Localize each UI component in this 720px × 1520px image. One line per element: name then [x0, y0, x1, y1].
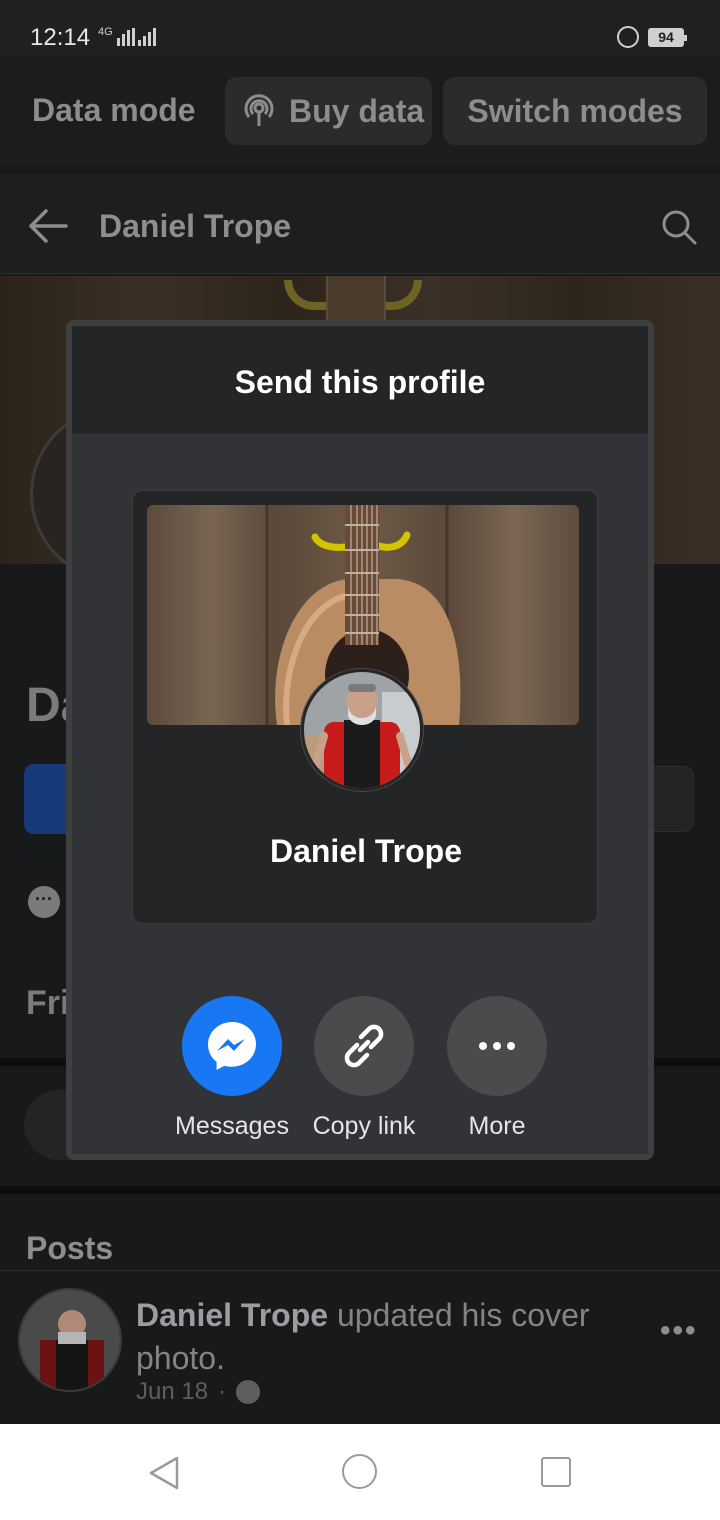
screen: 12:14 4G 94 Data mode Buy data Switch mo… [0, 0, 720, 1520]
signal-icon [117, 28, 135, 46]
post-author[interactable]: Daniel Trope [136, 1297, 328, 1333]
preview-profile-picture [301, 669, 423, 791]
buy-data-label: Buy data [289, 92, 425, 129]
buy-data-button[interactable]: Buy data [225, 77, 432, 145]
messenger-icon [182, 996, 282, 1096]
more-info-icon[interactable]: ··· [28, 886, 60, 918]
broadcast-icon [244, 94, 274, 126]
post-meta: Jun 18 · [136, 1378, 261, 1406]
status-time: 12:14 [30, 24, 91, 51]
nav-recents-icon[interactable] [541, 1457, 571, 1487]
network-type: 4G [98, 26, 113, 38]
share-messages-button[interactable]: Messages [167, 996, 297, 1141]
guitar-neck [326, 276, 386, 322]
dialog-header: Send this profile [72, 326, 648, 434]
data-mode-label: Data mode [32, 92, 196, 128]
post-text: Daniel Trope updated his cover photo. [136, 1294, 636, 1380]
link-icon [314, 996, 414, 1096]
meta-separator: · [218, 1378, 227, 1405]
friends-heading: Fri [26, 984, 70, 1022]
search-icon[interactable] [660, 208, 698, 246]
post-options-icon[interactable]: ••• [660, 1314, 698, 1348]
post-date[interactable]: Jun 18 [136, 1378, 208, 1406]
copy-link-button[interactable]: Copy link [299, 996, 429, 1141]
share-messages-label: Messages [175, 1112, 289, 1140]
dialog-title: Send this profile [234, 364, 486, 400]
profile-preview-card: Daniel Trope [132, 490, 598, 924]
divider [0, 1270, 720, 1271]
nav-back-icon[interactable] [148, 1455, 180, 1491]
globe-icon [236, 1380, 261, 1404]
status-bar: 12:14 4G 94 [0, 0, 720, 56]
switch-modes-button[interactable]: Switch modes [443, 77, 707, 145]
battery-icon: 94 [648, 28, 687, 47]
more-dots-icon [447, 996, 547, 1096]
header-title: Daniel Trope [99, 208, 292, 244]
nav-home-icon[interactable] [342, 1454, 377, 1489]
switch-modes-label: Switch modes [467, 92, 683, 129]
signal-icon-2 [138, 28, 156, 46]
divider [0, 1186, 720, 1194]
copy-link-label: Copy link [312, 1112, 416, 1140]
post-author-avatar[interactable] [18, 1288, 122, 1392]
preview-profile-name: Daniel Trope [269, 833, 463, 869]
more-share-button[interactable]: More [432, 996, 562, 1141]
send-profile-dialog: Send this profile Daniel Trope Messages … [66, 320, 654, 1160]
rotation-lock-icon [617, 26, 639, 48]
posts-heading: Posts [26, 1230, 114, 1266]
back-arrow-icon[interactable] [28, 208, 68, 244]
more-share-label: More [468, 1112, 526, 1140]
